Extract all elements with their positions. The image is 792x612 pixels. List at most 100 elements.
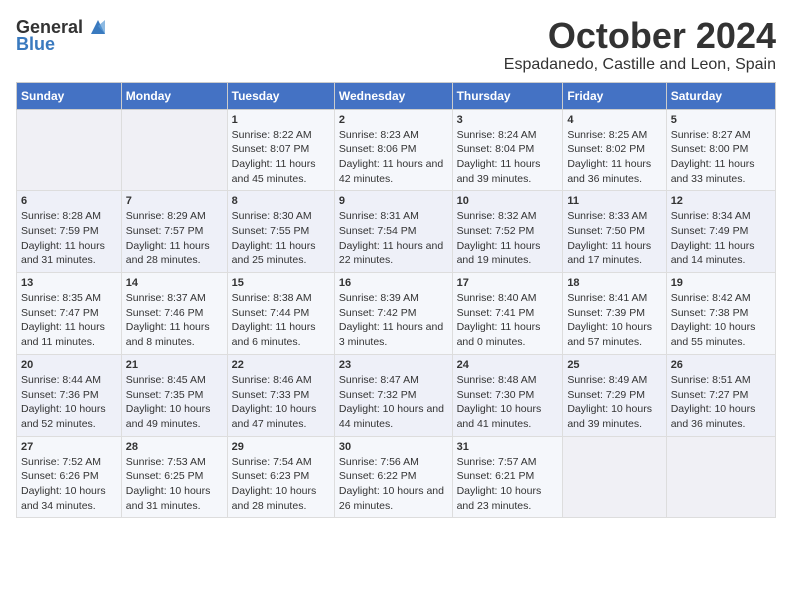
day-number: 29 — [232, 441, 330, 453]
day-number: 10 — [457, 195, 559, 207]
calendar-cell: 9Sunrise: 8:31 AMSunset: 7:54 PMDaylight… — [334, 191, 452, 273]
sunrise: Sunrise: 7:53 AM — [126, 456, 206, 468]
sunset: Sunset: 6:21 PM — [457, 470, 535, 482]
daylight: Daylight: 10 hours and 41 minutes. — [457, 403, 542, 430]
sunset: Sunset: 8:07 PM — [232, 143, 310, 155]
daylight: Daylight: 11 hours and 14 minutes. — [671, 240, 755, 267]
calendar-week-row: 27 Sunrise: 7:52 AMSunset: 6:26 PMDayligh… — [17, 436, 776, 518]
title-section: October 2024 Espadanedo, Castille and Le… — [504, 16, 776, 74]
day-info: Sunrise: 8:40 AMSunset: 7:41 PMDaylight:… — [457, 291, 559, 350]
sunrise: Sunrise: 8:32 AM — [457, 210, 537, 222]
calendar-cell: 29Sunrise: 7:54 AMSunset: 6:23 PMDayligh… — [227, 436, 334, 518]
calendar-cell: 30Sunrise: 7:56 AMSunset: 6:22 PMDayligh… — [334, 436, 452, 518]
calendar-cell: 25Sunrise: 8:49 AMSunset: 7:29 PMDayligh… — [563, 354, 666, 436]
daylight: Daylight: 10 hours and 49 minutes. — [126, 403, 211, 430]
calendar-cell: 20Sunrise: 8:44 AMSunset: 7:36 PMDayligh… — [17, 354, 122, 436]
sunrise: Sunrise: 7:54 AM — [232, 456, 312, 468]
sunrise: Sunrise: 8:33 AM — [567, 210, 647, 222]
daylight: Daylight: 11 hours and 45 minutes. — [232, 158, 316, 185]
sunrise: Sunrise: 8:30 AM — [232, 210, 312, 222]
sunset: Sunset: 7:35 PM — [126, 389, 204, 401]
day-info: Sunrise: 8:27 AMSunset: 8:00 PMDaylight:… — [671, 128, 771, 187]
calendar-cell: 21Sunrise: 8:45 AMSunset: 7:35 PMDayligh… — [121, 354, 227, 436]
calendar-cell: 27 Sunrise: 7:52 AMSunset: 6:26 PMDayligh… — [17, 436, 122, 518]
sunset: Sunset: 7:41 PM — [457, 307, 535, 319]
calendar-cell: 5Sunrise: 8:27 AMSunset: 8:00 PMDaylight… — [666, 109, 775, 191]
calendar-week-row: 1Sunrise: 8:22 AMSunset: 8:07 PMDaylight… — [17, 109, 776, 191]
daylight: Daylight: 11 hours and 31 minutes. — [21, 240, 105, 267]
day-number: 9 — [339, 195, 448, 207]
calendar-cell — [17, 109, 122, 191]
logo-blue-text: Blue — [16, 34, 55, 55]
daylight: Daylight: 10 hours and 26 minutes. — [339, 485, 444, 512]
sunset: Sunset: 8:02 PM — [567, 143, 645, 155]
day-number: 14 — [126, 277, 223, 289]
day-info: Sunrise: 7:52 AMSunset: 6:26 PMDaylight:… — [21, 455, 117, 514]
sunset: Sunset: 7:57 PM — [126, 225, 204, 237]
sunset: Sunset: 7:52 PM — [457, 225, 535, 237]
day-info: Sunrise: 8:41 AMSunset: 7:39 PMDaylight:… — [567, 291, 661, 350]
day-number: 15 — [232, 277, 330, 289]
day-number: 12 — [671, 195, 771, 207]
sunset: Sunset: 7:32 PM — [339, 389, 417, 401]
calendar-cell: 6Sunrise: 8:28 AMSunset: 7:59 PMDaylight… — [17, 191, 122, 273]
daylight: Daylight: 10 hours and 31 minutes. — [126, 485, 211, 512]
calendar-week-row: 13 Sunrise: 8:35 AMSunset: 7:47 PMDayligh… — [17, 273, 776, 355]
daylight: Daylight: 11 hours and 33 minutes. — [671, 158, 755, 185]
sunrise: Sunrise: 8:44 AM — [21, 374, 101, 386]
sunset: Sunset: 7:49 PM — [671, 225, 749, 237]
day-info: Sunrise: 8:23 AMSunset: 8:06 PMDaylight:… — [339, 128, 448, 187]
sunset: Sunset: 7:44 PM — [232, 307, 310, 319]
calendar-week-row: 20Sunrise: 8:44 AMSunset: 7:36 PMDayligh… — [17, 354, 776, 436]
calendar-cell: 18 Sunrise: 8:41 AMSunset: 7:39 PMDayligh… — [563, 273, 666, 355]
sunset: Sunset: 6:23 PM — [232, 470, 310, 482]
sunrise: Sunrise: 8:48 AM — [457, 374, 537, 386]
daylight: Daylight: 11 hours and 39 minutes. — [457, 158, 541, 185]
logo: General Blue — [16, 16, 109, 55]
daylight: Daylight: 10 hours and 55 minutes. — [671, 321, 756, 348]
page-header: General Blue October 2024 Espadanedo, Ca… — [16, 16, 776, 74]
calendar-header-saturday: Saturday — [666, 82, 775, 109]
day-number: 18 — [567, 277, 661, 289]
calendar-header-monday: Monday — [121, 82, 227, 109]
day-info: Sunrise: 8:32 AMSunset: 7:52 PMDaylight:… — [457, 209, 559, 268]
day-info: Sunrise: 7:54 AMSunset: 6:23 PMDaylight:… — [232, 455, 330, 514]
sunrise: Sunrise: 8:27 AM — [671, 129, 751, 141]
sunrise: Sunrise: 8:41 AM — [567, 292, 647, 304]
day-number: 27 — [21, 441, 117, 453]
day-number: 13 — [21, 277, 117, 289]
sunrise: Sunrise: 8:42 AM — [671, 292, 751, 304]
calendar-header-thursday: Thursday — [452, 82, 563, 109]
day-info: Sunrise: 8:25 AMSunset: 8:02 PMDaylight:… — [567, 128, 661, 187]
day-info: Sunrise: 8:28 AMSunset: 7:59 PMDaylight:… — [21, 209, 117, 268]
sunset: Sunset: 8:06 PM — [339, 143, 417, 155]
calendar-cell — [666, 436, 775, 518]
day-info: Sunrise: 8:34 AMSunset: 7:49 PMDaylight:… — [671, 209, 771, 268]
daylight: Daylight: 11 hours and 22 minutes. — [339, 240, 443, 267]
day-number: 19 — [671, 277, 771, 289]
day-number: 7 — [126, 195, 223, 207]
day-number: 3 — [457, 114, 559, 126]
day-number: 28 — [126, 441, 223, 453]
calendar-cell: 23Sunrise: 8:47 AMSunset: 7:32 PMDayligh… — [334, 354, 452, 436]
calendar-cell: 11Sunrise: 8:33 AMSunset: 7:50 PMDayligh… — [563, 191, 666, 273]
calendar-cell: 16Sunrise: 8:39 AMSunset: 7:42 PMDayligh… — [334, 273, 452, 355]
sunrise: Sunrise: 8:25 AM — [567, 129, 647, 141]
daylight: Daylight: 11 hours and 6 minutes. — [232, 321, 316, 348]
day-number: 30 — [339, 441, 448, 453]
calendar-cell: 17Sunrise: 8:40 AMSunset: 7:41 PMDayligh… — [452, 273, 563, 355]
sunrise: Sunrise: 8:47 AM — [339, 374, 419, 386]
day-info: Sunrise: 8:35 AMSunset: 7:47 PMDaylight:… — [21, 291, 117, 350]
sunrise: Sunrise: 8:35 AM — [21, 292, 101, 304]
sunset: Sunset: 6:22 PM — [339, 470, 417, 482]
sunset: Sunset: 7:33 PM — [232, 389, 310, 401]
day-info: Sunrise: 8:24 AMSunset: 8:04 PMDaylight:… — [457, 128, 559, 187]
day-number: 22 — [232, 359, 330, 371]
sunrise: Sunrise: 7:52 AM — [21, 456, 101, 468]
daylight: Daylight: 10 hours and 34 minutes. — [21, 485, 106, 512]
daylight: Daylight: 10 hours and 39 minutes. — [567, 403, 652, 430]
day-info: Sunrise: 7:53 AMSunset: 6:25 PMDaylight:… — [126, 455, 223, 514]
sunrise: Sunrise: 8:31 AM — [339, 210, 419, 222]
daylight: Daylight: 10 hours and 36 minutes. — [671, 403, 756, 430]
day-number: 31 — [457, 441, 559, 453]
